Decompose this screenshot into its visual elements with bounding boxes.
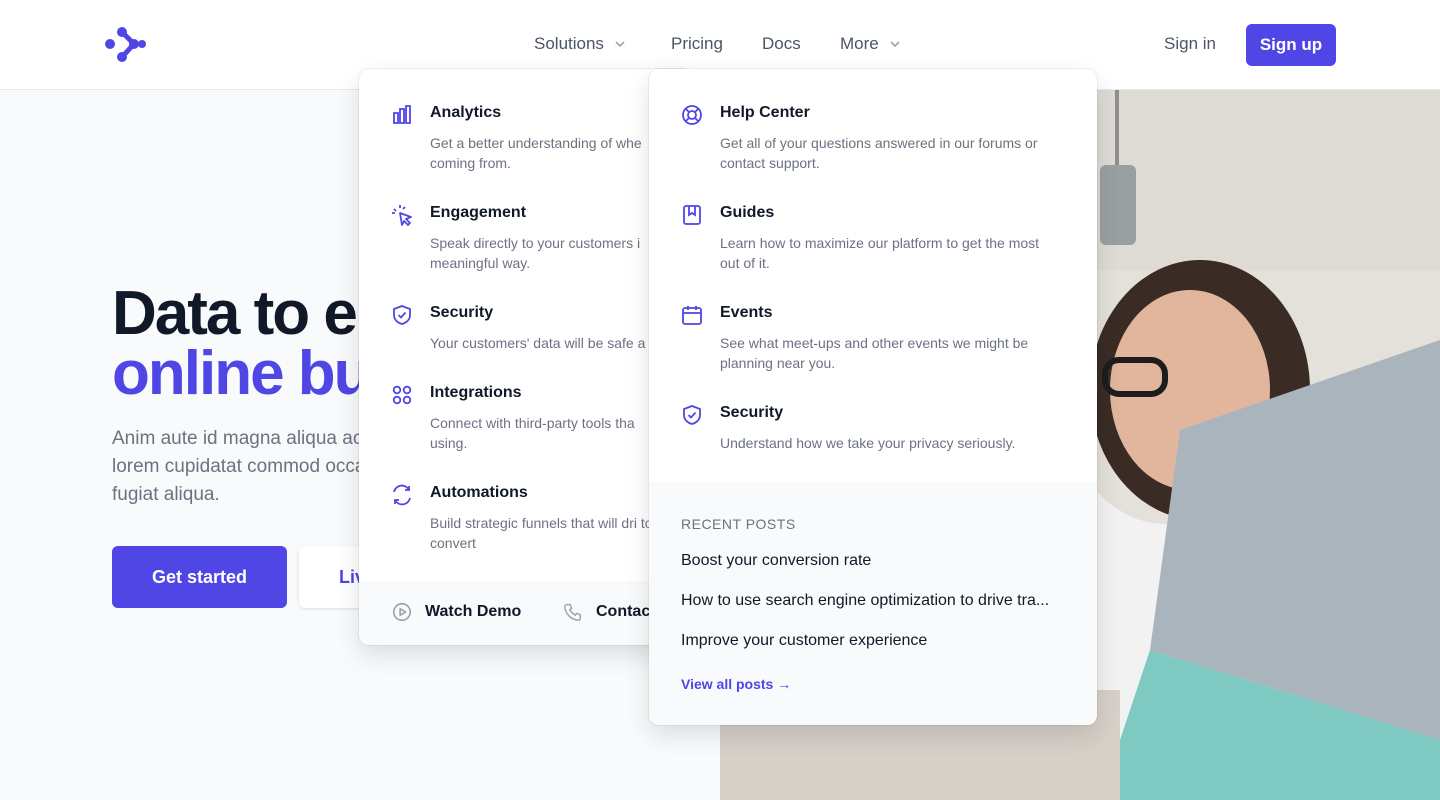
item-desc: Build strategic funnels that will dri to… — [430, 515, 653, 551]
calendar-icon — [682, 306, 702, 325]
chevron-down-icon — [890, 41, 900, 48]
nav-pricing[interactable]: Pricing — [671, 34, 723, 54]
contact-label: Contac — [596, 603, 651, 620]
item-title: Automations — [430, 484, 528, 501]
item-title: Engagement — [430, 204, 527, 221]
recent-posts: RECENT POSTS Boost your conversion rate … — [649, 482, 1097, 725]
nav-more-label: More — [840, 34, 879, 53]
item-desc: Understand how we take your privacy seri… — [720, 435, 1016, 451]
recent-post-link[interactable]: Improve your customer experience — [681, 632, 1071, 650]
watch-demo-label: Watch Demo — [425, 603, 522, 620]
nav-solutions-label: Solutions — [534, 34, 604, 53]
nav-docs-label: Docs — [762, 34, 801, 53]
nav-more[interactable]: More — [840, 34, 901, 54]
phone-icon — [564, 603, 582, 621]
nav-solutions[interactable]: Solutions — [534, 34, 626, 54]
cursor-click-icon — [392, 205, 412, 226]
nav-docs[interactable]: Docs — [762, 34, 801, 54]
shield-check-icon — [683, 405, 701, 425]
item-title: Help Center — [720, 104, 810, 121]
item-title: Events — [720, 304, 773, 321]
item-title: Security — [720, 404, 784, 421]
item-title: Guides — [720, 204, 775, 221]
solutions-footer: Watch Demo Contac — [359, 581, 693, 645]
more-dropdown: Help Center Get all of your questions an… — [649, 69, 1097, 725]
signup-button[interactable]: Sign up — [1246, 24, 1336, 66]
grid-icon — [392, 385, 412, 405]
item-desc: Your customers' data will be safe a — [430, 335, 646, 351]
recent-post-link[interactable]: Boost your conversion rate — [681, 552, 1071, 570]
item-title: Integrations — [430, 384, 522, 401]
recent-post-link[interactable]: How to use search engine optimization to… — [681, 592, 1071, 610]
solutions-dropdown: Analytics Get a better understanding of … — [359, 69, 693, 645]
watch-demo-link[interactable]: Watch Demo — [391, 601, 521, 623]
item-desc: Connect with third-party tools tha using… — [430, 415, 635, 451]
item-desc: Get all of your questions answered in ou… — [720, 135, 1038, 171]
get-started-button[interactable]: Get started — [112, 546, 287, 608]
contact-link[interactable]: Contac — [562, 601, 650, 623]
recent-posts-heading: RECENT POSTS — [681, 516, 796, 532]
shield-check-icon — [393, 305, 411, 325]
refresh-icon — [393, 484, 411, 506]
signin-link[interactable]: Sign in — [1164, 34, 1216, 54]
item-title: Security — [430, 304, 494, 321]
logo-icon[interactable] — [104, 24, 148, 66]
lifebuoy-icon — [682, 105, 702, 125]
item-desc: See what meet-ups and other events we mi… — [720, 335, 1029, 371]
nav-pricing-label: Pricing — [671, 34, 723, 53]
bookmark-icon — [683, 205, 701, 225]
item-desc: Learn how to maximize our platform to ge… — [720, 235, 1040, 271]
play-circle-icon — [392, 602, 412, 622]
chevron-down-icon — [615, 41, 625, 48]
bar-chart-icon — [393, 105, 411, 124]
view-all-posts-link[interactable]: View all posts → — [681, 676, 791, 692]
item-desc: Speak directly to your customers i meani… — [430, 235, 641, 271]
item-desc: Get a better understanding of whe coming… — [430, 135, 642, 171]
item-title: Analytics — [430, 104, 502, 121]
